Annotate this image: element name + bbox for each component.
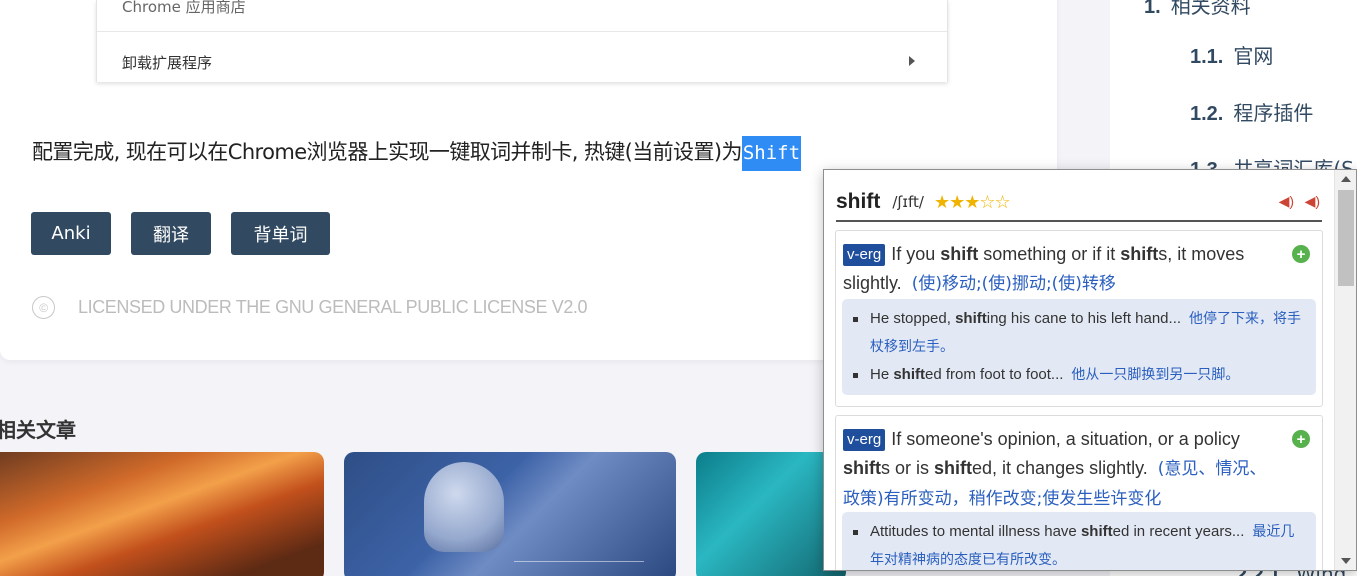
popup-content: shift /ʃɪft/ ★★★☆☆ ◀) ◀) v-erg If you shi… (824, 170, 1334, 570)
translate-button[interactable]: 翻译 (131, 212, 211, 255)
speaker-uk-icon[interactable]: ◀) (1279, 193, 1294, 210)
speaker-us-icon[interactable]: ◀) (1305, 193, 1320, 210)
toc-item[interactable]: 1.1. 官网 (1190, 40, 1273, 69)
sense-definition: v-erg If you shift something or if it shi… (843, 244, 1245, 294)
add-card-icon[interactable]: + (1292, 430, 1310, 448)
chevron-right-icon (909, 56, 915, 66)
dictionary-popup: shift /ʃɪft/ ★★★☆☆ ◀) ◀) v-erg If you shi… (823, 169, 1357, 571)
scrollbar-thumb[interactable] (1338, 190, 1354, 286)
robot-image (424, 462, 504, 552)
word-header: shift /ʃɪft/ ★★★☆☆ ◀) ◀) (836, 184, 1322, 222)
selected-hotkey-text[interactable]: Shift (741, 136, 802, 171)
examples-box: He stopped, shifting his cane to his lef… (842, 299, 1316, 395)
license-text: LICENSED UNDER THE GNU GENERAL PUBLIC LI… (78, 297, 588, 317)
pos-tag: v-erg (843, 429, 886, 451)
add-card-icon[interactable]: + (1292, 245, 1310, 263)
config-text: 配置完成, 现在可以在Chrome浏览器上实现一键取词并制卡, 热键(当前设置)… (32, 140, 742, 164)
sense-block: v-erg If you shift something or if it shi… (835, 230, 1323, 407)
frequency-stars: ★★★☆☆ (933, 191, 1011, 212)
sense-translation: (使)移动;(使)挪动;(使)转移 (911, 274, 1116, 294)
vocabulary-button-label: 背单词 (253, 224, 308, 246)
scroll-down-arrow-icon[interactable] (1341, 558, 1351, 564)
examples-box: Attitudes to mental illness have shifted… (842, 512, 1316, 570)
license-line: © LICENSED UNDER THE GNU GENERAL PUBLIC … (32, 296, 588, 319)
copyright-icon: © (32, 296, 55, 319)
toc-item[interactable]: 1. 相关资料 (1144, 0, 1251, 19)
config-paragraph: 配置完成, 现在可以在Chrome浏览器上实现一键取词并制卡, 热键(当前设置)… (32, 136, 802, 171)
example-sentence: He stopped, shifting his cane to his lef… (850, 305, 1308, 361)
menu-item-label: Chrome 应用商店 (122, 0, 246, 16)
vocabulary-button[interactable]: 背单词 (231, 212, 330, 255)
sense-definition: v-erg If someone's opinion, a situation, … (843, 429, 1267, 509)
related-article-thumb-sunset[interactable] (0, 452, 324, 576)
example-sentence: Attitudes to mental illness have shifted… (850, 518, 1308, 570)
example-sentence: He shifted from foot to foot... 他从一只脚换到另一… (850, 361, 1308, 389)
menu-item-uninstall: 卸载扩展程序 (97, 37, 947, 82)
anki-button-label: Anki (51, 223, 91, 244)
menu-item-chrome-store: Chrome 应用商店 (97, 0, 947, 32)
phonetic: /ʃɪft/ (892, 193, 924, 211)
chrome-menu-screenshot: Chrome 应用商店 卸载扩展程序 (96, 0, 948, 82)
chart-decoration (514, 512, 644, 562)
pos-tag: v-erg (843, 244, 886, 266)
popup-scrollbar[interactable] (1334, 170, 1356, 570)
anki-button[interactable]: Anki (31, 212, 111, 255)
toc-item[interactable]: 1.2. 程序插件 (1190, 97, 1313, 126)
translate-button-label: 翻译 (153, 224, 189, 246)
headword: shift (836, 190, 881, 213)
scroll-up-arrow-icon[interactable] (1341, 176, 1351, 182)
menu-item-label: 卸载扩展程序 (122, 53, 213, 72)
related-articles-title: 相关文章 (0, 418, 76, 442)
related-article-thumb-robot[interactable] (344, 452, 676, 576)
sense-block: v-erg If someone's opinion, a situation, … (835, 415, 1323, 570)
